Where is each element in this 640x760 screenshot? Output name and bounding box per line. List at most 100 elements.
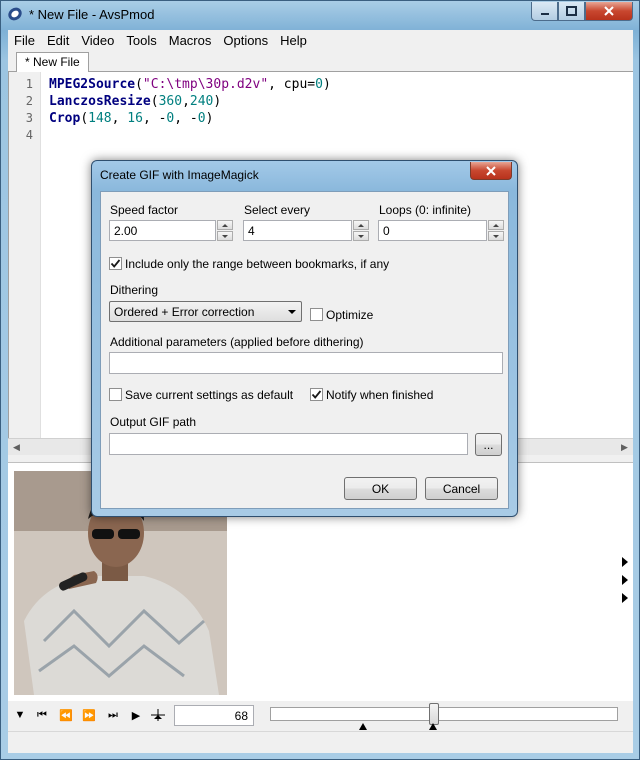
code-line[interactable] <box>49 127 331 144</box>
bookmark-marker[interactable] <box>429 723 437 730</box>
code-line[interactable]: Crop(148, 16, -0, -0) <box>49 110 331 127</box>
select-every-input[interactable]: 4 <box>243 220 352 241</box>
line-number: 2 <box>25 94 33 108</box>
checkmark-icon <box>110 259 121 268</box>
dialog-title: Create GIF with ImageMagick <box>100 168 259 182</box>
code-line[interactable]: MPEG2Source("C:\tmp\30p.d2v", cpu=0) <box>49 76 331 93</box>
create-gif-dialog: Create GIF with ImageMagick Speed factor… <box>91 160 518 517</box>
menu-video[interactable]: Video <box>75 33 120 48</box>
checkmark-icon <box>311 390 322 399</box>
loops-label: Loops (0: infinite) <box>379 203 472 217</box>
menu-options[interactable]: Options <box>217 33 274 48</box>
bookmark-icon <box>151 709 165 721</box>
speed-factor-spinner[interactable] <box>217 220 233 241</box>
browse-button[interactable]: ... <box>475 433 502 456</box>
additional-params-input[interactable] <box>109 352 503 374</box>
dithering-value: Ordered + Error correction <box>114 305 255 319</box>
close-icon <box>486 165 496 176</box>
maximize-icon <box>566 6 577 16</box>
line-number: 4 <box>25 128 33 142</box>
select-every-spinner[interactable] <box>353 220 369 241</box>
code-token: 240 <box>189 94 214 109</box>
code-token: ) <box>205 111 214 126</box>
rewind-icon: ⏪ <box>59 709 73 722</box>
menu-edit[interactable]: Edit <box>41 33 75 48</box>
optimize-checkbox[interactable] <box>310 308 323 321</box>
minimize-button[interactable] <box>531 2 558 21</box>
spin-down-button[interactable] <box>217 231 233 241</box>
spin-down-button[interactable] <box>353 231 369 241</box>
expand-arrow-icon[interactable] <box>622 575 628 585</box>
side-panel-arrows <box>622 557 632 611</box>
code-line[interactable]: LanczosResize(360,240) <box>49 93 331 110</box>
frame-number-input[interactable]: 68 <box>174 705 254 726</box>
spin-up-button[interactable] <box>217 220 233 230</box>
code-token: 360 <box>158 94 183 109</box>
cancel-button[interactable]: Cancel <box>425 477 498 500</box>
save-default-checkbox[interactable] <box>109 388 122 401</box>
spin-up-button[interactable] <box>488 220 504 230</box>
ok-button[interactable]: OK <box>344 477 417 500</box>
expand-arrow-icon[interactable] <box>622 557 628 567</box>
menu-tools[interactable]: Tools <box>120 33 162 48</box>
tab-new-file[interactable]: * New File <box>16 52 89 73</box>
menu-bar: File Edit Video Tools Macros Options Hel… <box>8 30 633 50</box>
prev-frame-button[interactable]: ⏪ <box>58 707 74 723</box>
play-icon: ▶ <box>131 709 141 722</box>
close-button[interactable] <box>585 2 633 21</box>
skip-end-icon: ⏭ <box>108 708 118 721</box>
menu-file[interactable]: File <box>8 33 41 48</box>
slider-thumb[interactable] <box>428 703 439 725</box>
spin-down-button[interactable] <box>488 231 504 241</box>
output-path-input[interactable] <box>109 433 468 455</box>
spin-up-button[interactable] <box>353 220 369 230</box>
loops-spinner[interactable] <box>488 220 504 241</box>
code-token: "C:\tmp\30p.d2v" <box>142 77 269 92</box>
line-number: 1 <box>25 77 33 91</box>
chevron-down-icon <box>288 310 296 314</box>
menu-help[interactable]: Help <box>274 33 313 48</box>
code-token: ) <box>322 77 331 92</box>
additional-params-label: Additional parameters (applied before di… <box>110 335 364 349</box>
select-every-label: Select every <box>244 203 311 217</box>
save-default-label: Save current settings as default <box>125 388 294 402</box>
code-token: , cpu= <box>268 77 316 92</box>
scroll-right-icon[interactable]: ▶ <box>616 439 633 455</box>
scroll-left-icon[interactable]: ◀ <box>8 439 25 455</box>
bookmark-button[interactable] <box>150 707 166 723</box>
loops-input[interactable]: 0 <box>378 220 487 241</box>
notify-label: Notify when finished <box>326 388 434 402</box>
code-token: , - <box>174 111 198 126</box>
notify-checkbox[interactable] <box>310 388 323 401</box>
code-token: ) <box>213 94 222 109</box>
code-token: Crop <box>49 111 81 126</box>
window-title: * New File - AvsPmod <box>29 7 155 22</box>
dithering-select[interactable]: Ordered + Error correction <box>109 301 302 322</box>
code-area[interactable]: MPEG2Source("C:\tmp\30p.d2v", cpu=0) Lanc… <box>49 76 331 144</box>
bookmark-marker[interactable] <box>359 723 367 730</box>
dialog-close-button[interactable] <box>470 162 512 180</box>
menu-macros[interactable]: Macros <box>163 33 218 48</box>
fast-forward-icon: ⏩ <box>82 709 96 722</box>
maximize-button[interactable] <box>558 2 585 21</box>
last-frame-button[interactable]: ⏭ <box>105 707 121 723</box>
optimize-label: Optimize <box>326 308 374 322</box>
next-frame-button[interactable]: ⏩ <box>81 707 97 723</box>
code-token: MPEG2Source <box>49 77 136 92</box>
first-frame-button[interactable]: ⏮ <box>34 707 50 723</box>
code-token: , - <box>142 111 167 126</box>
code-token: , <box>182 94 190 109</box>
frame-slider[interactable] <box>270 707 618 721</box>
speed-factor-label: Speed factor <box>110 203 179 217</box>
app-icon <box>8 7 22 21</box>
title-bar[interactable]: * New File - AvsPmod <box>1 1 639 27</box>
code-token: 0 <box>315 77 323 92</box>
skip-start-icon: ⏮ <box>37 708 47 721</box>
expand-arrow-icon[interactable] <box>622 593 628 603</box>
toggle-preview-button[interactable]: ▼ <box>12 707 28 723</box>
bookmark-range-checkbox[interactable] <box>109 257 122 270</box>
code-token: LanczosResize <box>49 94 151 109</box>
speed-factor-input[interactable]: 2.00 <box>109 220 216 241</box>
play-button[interactable]: ▶ <box>128 707 144 723</box>
code-token: 16 <box>127 111 143 126</box>
